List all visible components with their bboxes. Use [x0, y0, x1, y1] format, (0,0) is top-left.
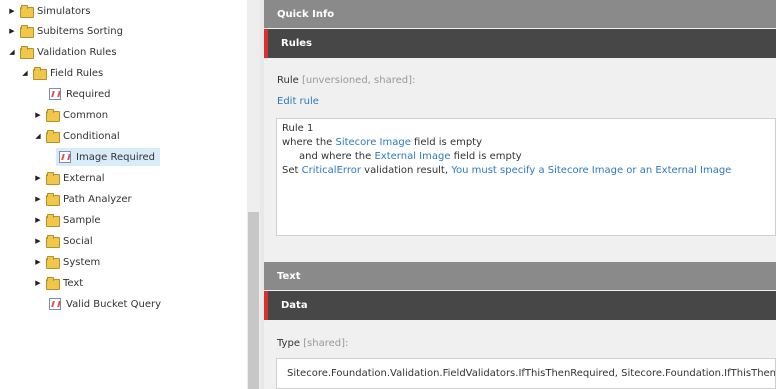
tree-item-common[interactable]: ▶ Common [33, 106, 108, 124]
folder-icon [46, 193, 60, 206]
content-editor: Quick Info Rules Rule [unversioned, shar… [264, 0, 776, 389]
rule-field-qualifier: [unversioned, shared]: [301, 75, 416, 86]
folder-icon [20, 46, 34, 59]
section-text[interactable]: Text [264, 262, 776, 290]
tree-scrollbar-thumb[interactable] [248, 212, 259, 389]
section-title: Rules [281, 38, 312, 49]
edit-rule-link[interactable]: Edit rule [277, 96, 319, 107]
rule-keyword-link[interactable]: CriticalError [302, 165, 361, 176]
type-field-qualifier: [shared]: [303, 338, 349, 349]
collapse-arrow-icon[interactable]: ◢ [33, 127, 43, 145]
rule-condition-2: and where the External Image field is em… [299, 151, 522, 162]
tree-item-path-analyzer[interactable]: ▶ Path Analyzer [33, 190, 132, 208]
folder-icon [33, 67, 47, 80]
expand-arrow-icon[interactable]: ▶ [33, 253, 43, 271]
folder-icon [46, 172, 60, 185]
section-quick-info[interactable]: Quick Info [264, 0, 776, 28]
collapse-arrow-icon[interactable]: ◢ [20, 64, 30, 82]
content-tree: ▶ Simulators ▶ Subitems Sorting ◢ Valida… [0, 0, 247, 389]
rule-keyword-link[interactable]: You must specify a Sitecore Image or an … [451, 165, 731, 176]
expand-arrow-icon[interactable]: ▶ [7, 22, 17, 40]
folder-icon [46, 109, 60, 122]
folder-icon [46, 235, 60, 248]
type-field-input[interactable]: Sitecore.Foundation.Validation.FieldVali… [276, 358, 776, 389]
section-rules[interactable]: Rules [264, 29, 776, 58]
section-title: Quick Info [277, 8, 335, 20]
tree-item-field-rules[interactable]: ◢ Field Rules [20, 64, 103, 82]
tree-item-text[interactable]: ▶ Text [33, 274, 83, 292]
validation-item-icon [49, 88, 61, 100]
expand-arrow-icon[interactable]: ▶ [33, 274, 43, 292]
rule-keyword-link[interactable]: External Image [374, 151, 450, 162]
tree-item-subitems-sorting[interactable]: ▶ Subitems Sorting [7, 22, 123, 40]
tree-item-external[interactable]: ▶ External [33, 169, 105, 187]
tree-item-image-required[interactable]: Image Required [56, 148, 161, 166]
tree-item-required[interactable]: Required [46, 85, 111, 103]
validation-item-icon [59, 151, 71, 163]
folder-icon [46, 130, 60, 143]
rule-action: Set CriticalError validation result, You… [282, 165, 732, 176]
tree-item-sample[interactable]: ▶ Sample [33, 211, 101, 229]
type-field-value: Sitecore.Foundation.Validation.FieldVali… [287, 368, 776, 379]
tree-item-simulators[interactable]: ▶ Simulators [7, 2, 90, 20]
validation-item-icon [49, 298, 61, 310]
tree-item-social[interactable]: ▶ Social [33, 232, 93, 250]
expand-arrow-icon[interactable]: ▶ [33, 169, 43, 187]
tree-item-conditional[interactable]: ◢ Conditional [33, 127, 120, 145]
section-title: Text [277, 270, 301, 282]
section-data[interactable]: Data [264, 291, 776, 320]
rule-editor-box[interactable]: Rule 1 where the Sitecore Image field is… [276, 118, 776, 236]
rule-title: Rule 1 [282, 123, 314, 134]
expand-arrow-icon[interactable]: ▶ [33, 190, 43, 208]
rule-keyword-link[interactable]: Sitecore Image [335, 137, 410, 148]
folder-icon [46, 214, 60, 227]
expand-arrow-icon[interactable]: ▶ [33, 106, 43, 124]
tree-item-system[interactable]: ▶ System [33, 253, 100, 271]
folder-icon [20, 5, 34, 18]
expand-arrow-icon[interactable]: ▶ [33, 211, 43, 229]
collapse-arrow-icon[interactable]: ◢ [7, 43, 17, 61]
rule-condition-1: where the Sitecore Image field is empty [282, 137, 483, 148]
type-field-label: Type [shared]: [277, 338, 349, 349]
section-title: Data [281, 300, 308, 311]
folder-icon [46, 256, 60, 269]
tree-item-validation-rules[interactable]: ◢ Validation Rules [7, 43, 117, 61]
expand-arrow-icon[interactable]: ▶ [7, 2, 17, 20]
folder-icon [46, 277, 60, 290]
folder-icon [20, 25, 34, 38]
tree-item-valid-bucket-query[interactable]: Valid Bucket Query [46, 295, 161, 313]
expand-arrow-icon[interactable]: ▶ [33, 232, 43, 250]
rule-field-label: Rule [unversioned, shared]: [277, 75, 416, 86]
